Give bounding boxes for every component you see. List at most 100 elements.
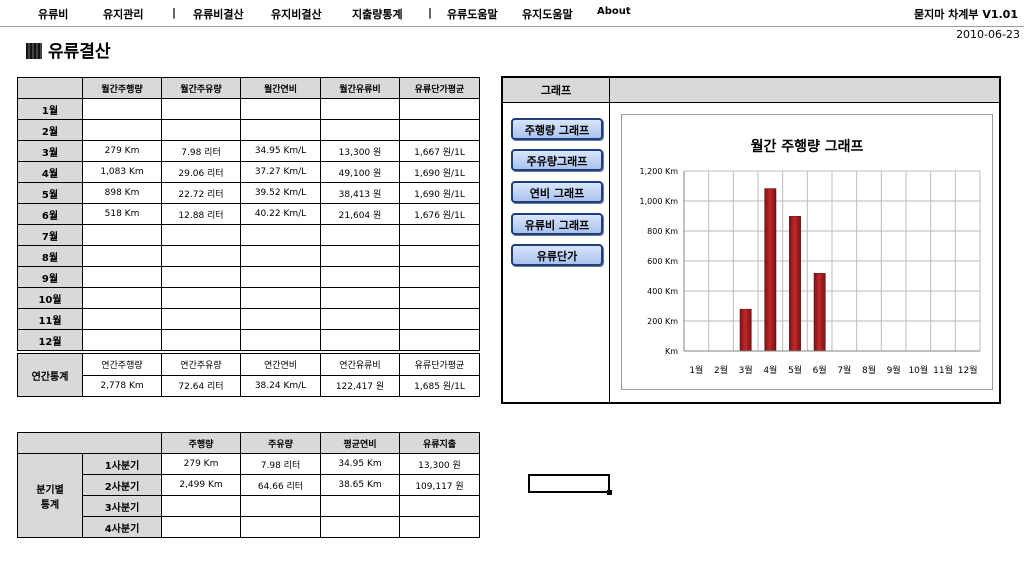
menu-item-about[interactable]: About bbox=[597, 6, 631, 17]
monthly-header: 월간주유량 bbox=[161, 77, 241, 99]
monthly-cell[interactable] bbox=[240, 119, 321, 141]
quarter-cell[interactable] bbox=[240, 495, 321, 517]
monthly-cell[interactable] bbox=[320, 98, 400, 120]
unit-price-graph-button[interactable]: 유류단가 bbox=[511, 244, 603, 266]
monthly-cell[interactable]: 518 Km bbox=[82, 203, 162, 225]
monthly-cell[interactable]: 7.98 리터 bbox=[161, 140, 241, 162]
monthly-cell[interactable] bbox=[82, 224, 162, 246]
monthly-cell[interactable] bbox=[240, 98, 321, 120]
quarter-cell[interactable]: 34.95 Km bbox=[320, 453, 400, 475]
monthly-cell[interactable]: 22.72 리터 bbox=[161, 182, 241, 204]
annual-value[interactable]: 2,778 Km bbox=[82, 374, 162, 397]
quarter-cell[interactable] bbox=[320, 495, 400, 517]
monthly-cell[interactable] bbox=[320, 224, 400, 246]
quarter-cell[interactable]: 109,117 원 bbox=[399, 474, 480, 496]
efficiency-graph-button[interactable]: 연비 그래프 bbox=[511, 181, 603, 203]
quarter-cell[interactable] bbox=[240, 516, 321, 538]
monthly-cell[interactable] bbox=[240, 329, 321, 351]
monthly-cell[interactable]: 898 Km bbox=[82, 182, 162, 204]
monthly-cell[interactable] bbox=[399, 329, 480, 351]
quarter-cell[interactable] bbox=[320, 516, 400, 538]
monthly-cell[interactable] bbox=[161, 329, 241, 351]
monthly-cell[interactable]: 34.95 Km/L bbox=[240, 140, 321, 162]
monthly-cell[interactable] bbox=[240, 287, 321, 309]
monthly-cell[interactable] bbox=[82, 308, 162, 330]
monthly-cell[interactable]: 49,100 원 bbox=[320, 161, 400, 183]
monthly-cell[interactable] bbox=[82, 119, 162, 141]
monthly-cell[interactable]: 1,667 원/1L bbox=[399, 140, 480, 162]
monthly-cell[interactable]: 1,690 원/1L bbox=[399, 182, 480, 204]
monthly-cell[interactable] bbox=[399, 119, 480, 141]
quarter-cell[interactable]: 2,499 Km bbox=[161, 474, 241, 496]
monthly-cell[interactable] bbox=[82, 266, 162, 288]
menu-item-maintenance[interactable]: 유지관리 bbox=[103, 6, 143, 22]
quarter-cell[interactable]: 7.98 리터 bbox=[240, 453, 321, 475]
monthly-cell[interactable]: 37.27 Km/L bbox=[240, 161, 321, 183]
fuel-cost-graph-button[interactable]: 유류비 그래프 bbox=[511, 213, 603, 235]
menu-item-expense-stats[interactable]: 지출량통계 bbox=[352, 6, 403, 22]
annual-value[interactable]: 38.24 Km/L bbox=[240, 374, 321, 397]
annual-value[interactable]: 72.64 리터 bbox=[161, 374, 241, 397]
monthly-cell[interactable] bbox=[82, 287, 162, 309]
monthly-cell[interactable]: 39.52 Km/L bbox=[240, 182, 321, 204]
monthly-cell[interactable] bbox=[161, 287, 241, 309]
monthly-cell[interactable] bbox=[161, 245, 241, 267]
quarter-cell[interactable] bbox=[399, 516, 480, 538]
quarter-cell[interactable] bbox=[161, 516, 241, 538]
quarter-cell[interactable] bbox=[161, 495, 241, 517]
quarter-cell[interactable]: 38.65 Km bbox=[320, 474, 400, 496]
quarter-cell[interactable]: 279 Km bbox=[161, 453, 241, 475]
monthly-cell[interactable] bbox=[399, 287, 480, 309]
month-label: 9월 bbox=[17, 266, 83, 288]
quarter-cell[interactable]: 13,300 원 bbox=[399, 453, 480, 475]
mileage-graph-button[interactable]: 주행량 그래프 bbox=[511, 118, 603, 140]
selected-cell[interactable] bbox=[528, 474, 612, 495]
monthly-cell[interactable] bbox=[320, 266, 400, 288]
monthly-cell[interactable]: 40.22 Km/L bbox=[240, 203, 321, 225]
monthly-cell[interactable] bbox=[320, 119, 400, 141]
monthly-cell[interactable]: 38,413 원 bbox=[320, 182, 400, 204]
annual-value[interactable]: 1,685 원/1L bbox=[399, 374, 480, 397]
monthly-cell[interactable] bbox=[82, 98, 162, 120]
monthly-cell[interactable] bbox=[240, 224, 321, 246]
menu-item-maint-help[interactable]: 유지도움말 bbox=[522, 6, 573, 22]
monthly-cell[interactable]: 13,300 원 bbox=[320, 140, 400, 162]
monthly-cell[interactable] bbox=[161, 266, 241, 288]
monthly-cell[interactable] bbox=[399, 308, 480, 330]
monthly-cell[interactable]: 1,083 Km bbox=[82, 161, 162, 183]
monthly-cell[interactable] bbox=[399, 266, 480, 288]
monthly-cell[interactable]: 21,604 원 bbox=[320, 203, 400, 225]
monthly-cell[interactable] bbox=[240, 245, 321, 267]
monthly-cell[interactable] bbox=[240, 308, 321, 330]
menu-item-fuel-help[interactable]: 유류도움말 bbox=[447, 6, 498, 22]
monthly-cell[interactable] bbox=[320, 308, 400, 330]
monthly-cell[interactable]: 1,676 원/1L bbox=[399, 203, 480, 225]
monthly-cell[interactable] bbox=[161, 308, 241, 330]
monthly-cell[interactable] bbox=[399, 98, 480, 120]
monthly-cell[interactable] bbox=[320, 329, 400, 351]
monthly-cell[interactable] bbox=[82, 245, 162, 267]
monthly-cell[interactable] bbox=[82, 329, 162, 351]
monthly-cell[interactable] bbox=[161, 98, 241, 120]
monthly-cell[interactable] bbox=[320, 245, 400, 267]
monthly-cell[interactable] bbox=[161, 224, 241, 246]
monthly-cell[interactable] bbox=[320, 287, 400, 309]
quarter-cell[interactable]: 64.66 리터 bbox=[240, 474, 321, 496]
fill-handle[interactable] bbox=[607, 490, 612, 495]
monthly-cell[interactable]: 279 Km bbox=[82, 140, 162, 162]
monthly-cell[interactable] bbox=[399, 245, 480, 267]
annual-value[interactable]: 122,417 원 bbox=[320, 374, 400, 397]
menu-item-fuel-cost[interactable]: 유류비 bbox=[38, 6, 68, 22]
fuel-graph-button[interactable]: 주유량그래프 bbox=[511, 149, 603, 171]
quarter-cell[interactable] bbox=[399, 495, 480, 517]
monthly-cell[interactable]: 12.88 리터 bbox=[161, 203, 241, 225]
monthly-cell[interactable] bbox=[240, 266, 321, 288]
x-tick-label: 5월 bbox=[788, 364, 802, 376]
monthly-cell[interactable]: 1,690 원/1L bbox=[399, 161, 480, 183]
quarter-label-line2: 통계 bbox=[40, 499, 60, 511]
monthly-cell[interactable] bbox=[161, 119, 241, 141]
monthly-cell[interactable] bbox=[399, 224, 480, 246]
monthly-cell[interactable]: 29.06 리터 bbox=[161, 161, 241, 183]
menu-item-maint-settlement[interactable]: 유지비결산 bbox=[271, 6, 322, 22]
menu-item-fuel-settlement[interactable]: 유류비결산 bbox=[193, 6, 244, 22]
